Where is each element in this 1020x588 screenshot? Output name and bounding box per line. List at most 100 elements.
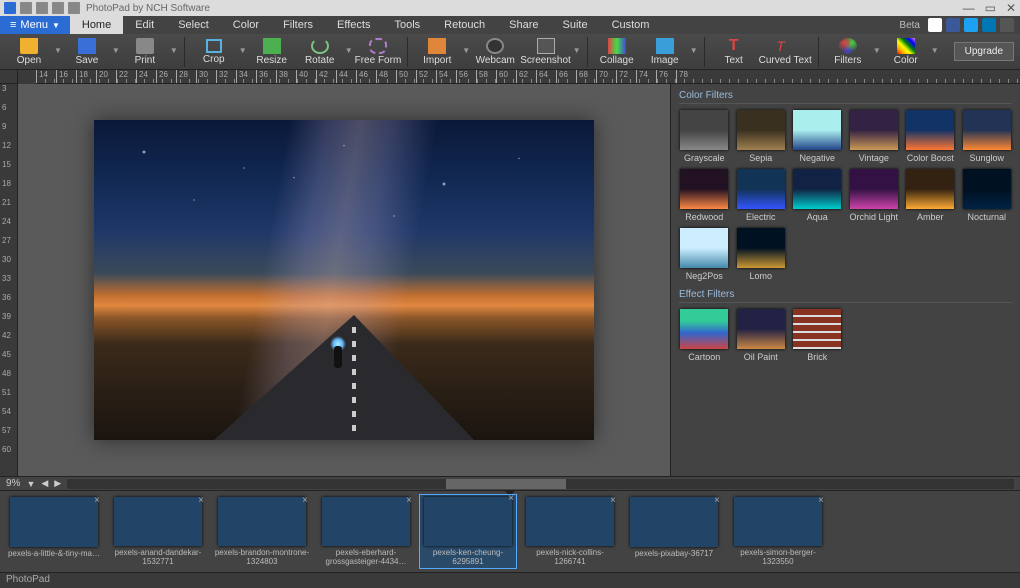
screenshot-dropdown[interactable]: ▼ bbox=[573, 46, 581, 55]
like-icon[interactable] bbox=[928, 18, 942, 32]
filter-orchid-light[interactable]: Orchid Light bbox=[849, 169, 900, 222]
import-dropdown[interactable]: ▼ bbox=[462, 46, 470, 55]
filter-color-boost[interactable]: Color Boost bbox=[905, 110, 956, 163]
vruler-tick: 36 bbox=[2, 293, 11, 302]
hruler-tick: 54 bbox=[436, 70, 448, 84]
filter-label: Oil Paint bbox=[744, 352, 778, 362]
thumbnail-item[interactable]: ×pexels-simon-berger-1323550 bbox=[730, 497, 826, 566]
rotate-dropdown[interactable]: ▼ bbox=[345, 46, 353, 55]
tab-color[interactable]: Color bbox=[221, 16, 271, 34]
rotate-button[interactable]: Rotate bbox=[297, 35, 343, 69]
text-button[interactable]: TText bbox=[711, 35, 757, 69]
resize-button[interactable]: Resize bbox=[249, 35, 295, 69]
thumbnail-item[interactable]: ×pexels-ken-cheung-6295891 bbox=[420, 495, 516, 568]
filter-cartoon[interactable]: Cartoon bbox=[679, 309, 730, 362]
thumbnail-item[interactable]: ×pexels-nick-collins-1266741 bbox=[522, 497, 618, 566]
scrollbar-thumb[interactable] bbox=[446, 479, 566, 489]
zoom-dropdown[interactable]: ▼ bbox=[26, 479, 35, 489]
horizontal-scrollbar[interactable] bbox=[67, 479, 1014, 489]
tab-tools[interactable]: Tools bbox=[382, 16, 432, 34]
save-button[interactable]: Save bbox=[64, 35, 110, 69]
tab-share[interactable]: Share bbox=[497, 16, 550, 34]
print-dropdown[interactable]: ▼ bbox=[170, 46, 178, 55]
thumbnail-item[interactable]: ×pexels-a-little-&-tiny-ma… bbox=[6, 497, 102, 566]
thumbnail-close-icon[interactable]: × bbox=[714, 495, 720, 506]
thumbnail-close-icon[interactable]: × bbox=[302, 495, 308, 506]
filter-brick[interactable]: Brick bbox=[792, 309, 843, 362]
print-button[interactable]: Print bbox=[122, 35, 168, 69]
thumbnail-close-icon[interactable]: × bbox=[198, 495, 204, 506]
filter-sunglow[interactable]: Sunglow bbox=[962, 110, 1013, 163]
image-button[interactable]: Image bbox=[642, 35, 688, 69]
image-dropdown[interactable]: ▼ bbox=[690, 46, 698, 55]
crop-button[interactable]: Crop bbox=[191, 35, 237, 69]
webcam-button[interactable]: Webcam bbox=[472, 35, 518, 69]
tab-filters[interactable]: Filters bbox=[271, 16, 325, 34]
hamburger-icon: ≡ bbox=[10, 19, 16, 31]
open-dropdown[interactable]: ▼ bbox=[54, 46, 62, 55]
import-button[interactable]: Import bbox=[414, 35, 460, 69]
thumbnail-close-icon[interactable]: × bbox=[94, 495, 100, 506]
filter-aqua[interactable]: Aqua bbox=[792, 169, 843, 222]
filter-redwood[interactable]: Redwood bbox=[679, 169, 730, 222]
new-qat-icon[interactable] bbox=[68, 2, 80, 14]
filter-oil-paint[interactable]: Oil Paint bbox=[736, 309, 787, 362]
thumbnail-close-icon[interactable]: × bbox=[508, 493, 514, 504]
tab-custom[interactable]: Custom bbox=[600, 16, 662, 34]
thumbnail-close-icon[interactable]: × bbox=[406, 495, 412, 506]
linkedin-icon[interactable] bbox=[982, 18, 996, 32]
tab-retouch[interactable]: Retouch bbox=[432, 16, 497, 34]
filter-label: Orchid Light bbox=[849, 212, 898, 222]
filter-thumb bbox=[850, 110, 898, 150]
thumbnail-close-icon[interactable]: × bbox=[610, 495, 616, 506]
filters-button[interactable]: Filters bbox=[825, 35, 871, 69]
hruler-tick: 66 bbox=[556, 70, 568, 84]
screenshot-button[interactable]: Screenshot bbox=[520, 35, 571, 69]
filter-grayscale[interactable]: Grayscale bbox=[679, 110, 730, 163]
twitter-icon[interactable] bbox=[964, 18, 978, 32]
tab-select[interactable]: Select bbox=[166, 16, 221, 34]
menu-button[interactable]: ≡ Menu ▼ bbox=[0, 16, 70, 34]
minimize-button[interactable]: — bbox=[963, 1, 975, 15]
undo-qat-icon[interactable] bbox=[36, 2, 48, 14]
tab-suite[interactable]: Suite bbox=[550, 16, 599, 34]
save-qat-icon[interactable] bbox=[20, 2, 32, 14]
thumbnail-item[interactable]: ×pexels-brandon-montrone-1324803 bbox=[214, 497, 310, 566]
filter-lomo[interactable]: Lomo bbox=[736, 228, 787, 281]
curved-text-button[interactable]: TCurved Text bbox=[759, 35, 812, 69]
filter-vintage[interactable]: Vintage bbox=[849, 110, 900, 163]
save-dropdown[interactable]: ▼ bbox=[112, 46, 120, 55]
filter-nocturnal[interactable]: Nocturnal bbox=[962, 169, 1013, 222]
redo-qat-icon[interactable] bbox=[52, 2, 64, 14]
filter-sepia[interactable]: Sepia bbox=[736, 110, 787, 163]
tab-edit[interactable]: Edit bbox=[123, 16, 166, 34]
color-button[interactable]: Color bbox=[883, 35, 929, 69]
filter-thumb bbox=[906, 169, 954, 209]
facebook-icon[interactable] bbox=[946, 18, 960, 32]
filter-electric[interactable]: Electric bbox=[736, 169, 787, 222]
filter-neg2pos[interactable]: Neg2Pos bbox=[679, 228, 730, 281]
scroll-left-button[interactable]: ◀ bbox=[41, 478, 48, 489]
filter-negative[interactable]: Negative bbox=[792, 110, 843, 163]
canvas-area[interactable] bbox=[18, 84, 670, 476]
upgrade-button[interactable]: Upgrade bbox=[954, 42, 1014, 61]
filter-amber[interactable]: Amber bbox=[905, 169, 956, 222]
open-button[interactable]: Open bbox=[6, 35, 52, 69]
crop-dropdown[interactable]: ▼ bbox=[239, 46, 247, 55]
collage-button[interactable]: Collage bbox=[594, 35, 640, 69]
canvas-image[interactable] bbox=[94, 120, 594, 440]
color-dropdown[interactable]: ▼ bbox=[931, 46, 939, 55]
thumbnail-item[interactable]: ×pexels-pixabay-36717 bbox=[626, 497, 722, 566]
thumbnail-item[interactable]: ×pexels-anand-dandekar-1532771 bbox=[110, 497, 206, 566]
thumbnail-close-icon[interactable]: × bbox=[818, 495, 824, 506]
freeform-button[interactable]: Free Form bbox=[355, 35, 402, 69]
filters-dropdown[interactable]: ▼ bbox=[873, 46, 881, 55]
tab-effects[interactable]: Effects bbox=[325, 16, 382, 34]
tab-home[interactable]: Home bbox=[70, 16, 123, 34]
scroll-right-button[interactable]: ▶ bbox=[54, 478, 61, 489]
maximize-button[interactable]: ▭ bbox=[985, 1, 996, 15]
close-button[interactable]: ✕ bbox=[1006, 1, 1016, 15]
share-more-icon[interactable] bbox=[1000, 18, 1014, 32]
vruler-tick: 3 bbox=[2, 84, 6, 93]
thumbnail-item[interactable]: ×pexels-eberhard-grossgasteiger-4434… bbox=[318, 497, 414, 566]
